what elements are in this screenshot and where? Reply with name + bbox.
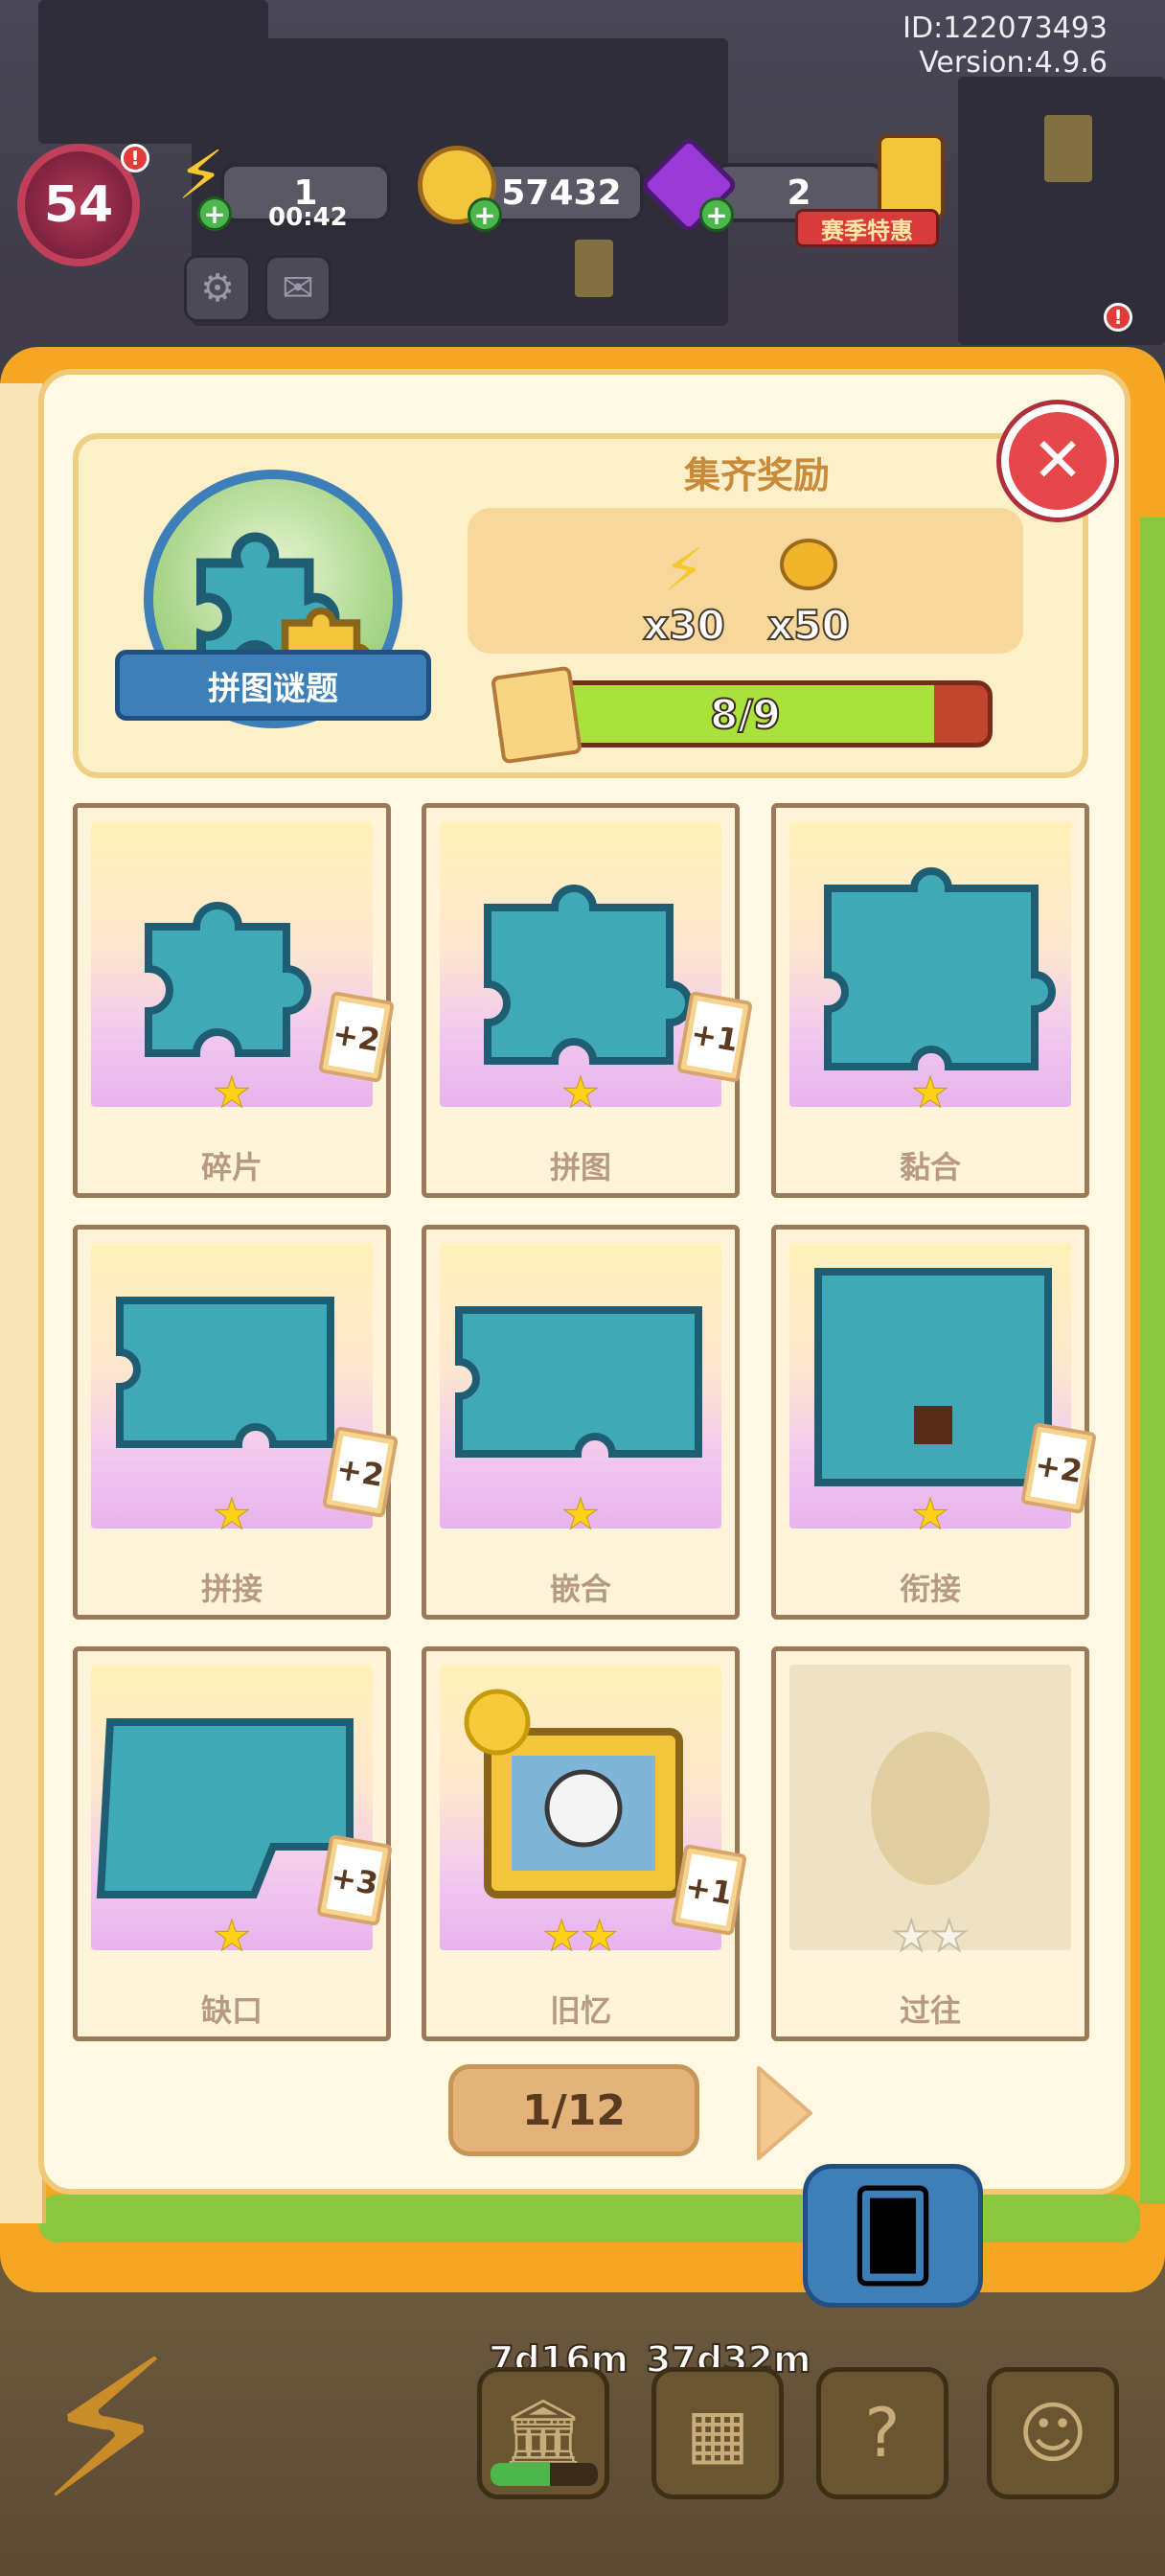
book-side-decor bbox=[1140, 518, 1165, 2204]
star-icon: ★ bbox=[580, 1912, 619, 1961]
card-name: 旧忆 bbox=[549, 1992, 611, 2029]
lightning-icon: ⚡ bbox=[38, 2319, 173, 2542]
event-progress-fill bbox=[491, 2463, 550, 2486]
star-icon: ★ bbox=[542, 1912, 581, 1961]
card-pack-button[interactable]: 🂠 bbox=[803, 2164, 983, 2308]
reward-energy: ⚡ x30 bbox=[627, 535, 742, 649]
close-button[interactable]: ✕ bbox=[1001, 404, 1114, 518]
duplicate-count-badge: +2 bbox=[318, 990, 395, 1084]
duplicate-count-badge: +1 bbox=[671, 1843, 747, 1937]
close-icon: ✕ bbox=[1032, 426, 1084, 496]
album-name-ribbon: 拼图谜题 bbox=[115, 650, 431, 721]
album-card[interactable]: ★ 碎片 +2 bbox=[73, 803, 395, 1198]
level-notification-dot: ! bbox=[121, 144, 149, 172]
season-offer-label: 赛季特惠 bbox=[795, 209, 939, 247]
card-stars: ★ bbox=[426, 1069, 735, 1117]
card-art bbox=[440, 1243, 721, 1529]
season-offer-button[interactable]: 赛季特惠 bbox=[795, 134, 948, 249]
star-icon: ★ bbox=[213, 1069, 251, 1117]
card-name: 缺口 bbox=[200, 1992, 263, 2029]
version-text: Version:4.9.6 bbox=[919, 46, 1108, 80]
background-building bbox=[38, 0, 268, 144]
reward-panel bbox=[468, 508, 1023, 654]
reward-coins-count: x50 bbox=[766, 602, 851, 649]
star-icon: ★ bbox=[911, 1069, 949, 1117]
album-name: 拼图谜题 bbox=[208, 669, 338, 708]
duplicate-count-badge: +2 bbox=[322, 1425, 399, 1519]
album-card[interactable]: ★ 嵌合 bbox=[422, 1225, 740, 1620]
notification-dot: ! bbox=[1104, 303, 1132, 332]
star-icon: ★ bbox=[911, 1490, 949, 1539]
star-icon: ★ bbox=[213, 1912, 251, 1961]
card-illustration bbox=[871, 1732, 990, 1885]
card-name: 过往 bbox=[899, 1992, 961, 2029]
album-card[interactable]: ★ 拼图 +1 bbox=[422, 803, 753, 1198]
coins-bar: 57432 bbox=[479, 163, 644, 222]
reward-coins: x50 bbox=[751, 537, 866, 649]
album-card[interactable]: ★ 缺口 +3 bbox=[73, 1646, 393, 2041]
album-icon: ▦ bbox=[685, 2394, 750, 2472]
duplicate-count-badge: +2 bbox=[1020, 1421, 1097, 1515]
temple-icon: 🏛 bbox=[500, 2393, 586, 2472]
friends-button[interactable]: ☺ bbox=[987, 2367, 1119, 2499]
coins-value: 57432 bbox=[501, 172, 622, 213]
card-stars: ★ bbox=[426, 1493, 735, 1536]
album-card[interactable]: ★ 拼接 +2 bbox=[73, 1225, 399, 1620]
card-art bbox=[789, 821, 1071, 1107]
card-name: 拼图 bbox=[549, 1149, 611, 1185]
coins-icon bbox=[751, 537, 866, 604]
card-stars: ★ bbox=[78, 1915, 386, 1958]
card-stars: ★ bbox=[78, 1069, 386, 1117]
lightning-icon: ⚡ bbox=[663, 535, 705, 605]
card-stars: ★★ bbox=[776, 1915, 1085, 1959]
add-coins-button[interactable]: + bbox=[468, 197, 502, 232]
user-id-text: ID:122073493 bbox=[902, 12, 1108, 45]
envelope-icon: ✉ bbox=[282, 266, 314, 310]
album-badge: 拼图谜题 bbox=[115, 470, 431, 757]
mail-button[interactable]: ✉ bbox=[264, 255, 331, 322]
star-icon: ★ bbox=[561, 1069, 600, 1117]
card-envelope-icon: 🂠 bbox=[848, 2185, 938, 2287]
card-name: 衔接 bbox=[899, 1571, 961, 1607]
add-gems-button[interactable]: + bbox=[699, 197, 734, 232]
star-icon: ★ bbox=[892, 1912, 931, 1961]
energy-timer: 00:42 bbox=[268, 203, 348, 232]
settings-button[interactable]: ⚙ bbox=[184, 255, 251, 322]
locked-card-art bbox=[789, 1665, 1071, 1950]
card-name: 拼接 bbox=[200, 1571, 263, 1607]
player-level-value: 54 bbox=[43, 176, 114, 234]
album-card[interactable]: ★★ 旧忆 +1 bbox=[422, 1646, 747, 2041]
duplicate-count-badge: +3 bbox=[316, 1833, 393, 1927]
background-window bbox=[1044, 115, 1092, 182]
album-card[interactable]: ★ 黏合 bbox=[771, 803, 1089, 1198]
star-icon: ★ bbox=[561, 1490, 600, 1539]
card-stars: ★ bbox=[776, 1069, 1085, 1117]
background-window bbox=[575, 240, 613, 297]
gear-icon: ⚙ bbox=[200, 266, 235, 310]
next-page-button[interactable] bbox=[751, 2060, 818, 2166]
card-illustration bbox=[455, 1306, 702, 1458]
album-card[interactable]: ★ 衔接 +2 bbox=[771, 1225, 1097, 1620]
completion-reward-title: 集齐奖励 bbox=[683, 454, 830, 496]
card-name: 嵌合 bbox=[549, 1571, 611, 1607]
page-indicator-text: 1/12 bbox=[522, 2085, 626, 2135]
card-name: 黏合 bbox=[899, 1149, 961, 1185]
reward-energy-count: x30 bbox=[642, 602, 726, 649]
friends-icon: ☺ bbox=[1017, 2394, 1088, 2472]
add-energy-button[interactable]: + bbox=[197, 196, 232, 231]
card-stack-icon bbox=[491, 665, 582, 765]
event-album-button[interactable]: ▦ bbox=[651, 2367, 784, 2499]
help-icon: ? bbox=[864, 2394, 901, 2472]
build-info: ID:122073493 Version:4.9.6 bbox=[902, 12, 1108, 80]
album-card[interactable]: ★★ 过往 bbox=[771, 1646, 1089, 2041]
chevron-right-icon bbox=[757, 2066, 812, 2160]
star-icon: ★ bbox=[929, 1912, 969, 1961]
star-icon: ★ bbox=[213, 1490, 251, 1539]
page-indicator: 1/12 bbox=[448, 2064, 699, 2156]
card-illustration bbox=[824, 867, 1056, 1070]
gift-box-icon bbox=[878, 134, 945, 220]
card-name: 碎片 bbox=[200, 1149, 263, 1185]
help-button[interactable]: ? bbox=[816, 2367, 948, 2499]
event-progress-bar bbox=[491, 2463, 598, 2486]
